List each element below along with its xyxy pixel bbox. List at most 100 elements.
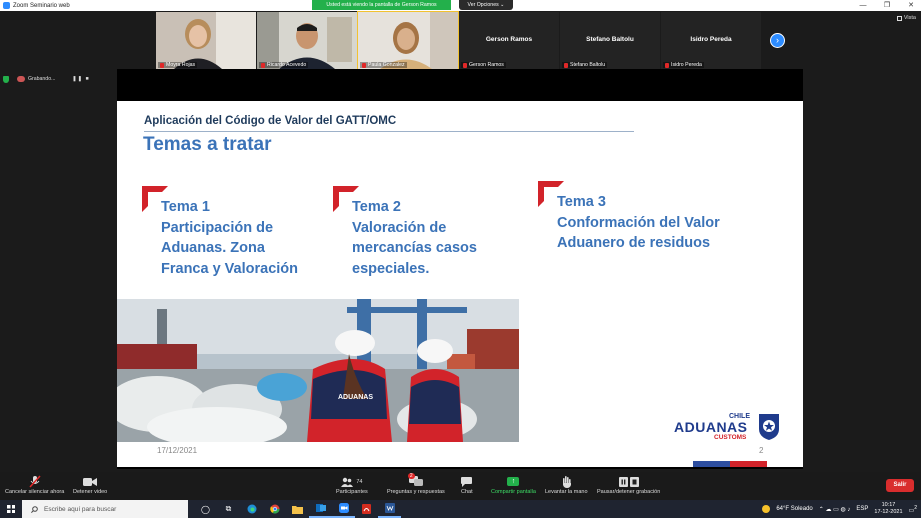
muted-mic-icon <box>665 62 669 68</box>
window-controls: — ❐ ✕ <box>851 0 921 11</box>
participant-tile[interactable]: Moyra Rojas <box>156 12 256 69</box>
logo-name: ADUANAS <box>674 419 748 435</box>
chat-button[interactable]: Chat <box>461 474 473 495</box>
share-screen-label: Compartir pantalla <box>491 489 536 495</box>
chevron-right-icon: › <box>776 35 779 45</box>
share-screen-button[interactable]: ↑ Compartir pantalla <box>491 474 536 495</box>
topic-line: Franca y Valoración <box>161 260 299 277</box>
vest-text: ADUANAS <box>338 394 373 401</box>
slide-color-strip <box>693 461 767 467</box>
participant-name-tag: Paula Gonzalez <box>360 62 407 68</box>
clock[interactable]: 10:17 17-12-2021 <box>874 502 902 516</box>
red-corner-icon <box>538 181 564 207</box>
participant-tile[interactable]: Isidro Pereda Isidro Pereda <box>661 12 761 69</box>
grid-view-icon <box>896 15 902 21</box>
system-tray: 64°F Soleado ⌃ ☁ ▭ ◍ ♪ ESP 10:17 17-12-2… <box>762 500 921 518</box>
zoom-taskbar-icon[interactable] <box>332 500 355 518</box>
edge-icon[interactable] <box>240 500 263 518</box>
muted-mic-icon <box>463 62 467 68</box>
chrome-icon[interactable] <box>263 500 286 518</box>
muted-mic-icon <box>160 62 164 68</box>
window-title: Zoom Seminario web <box>13 2 70 9</box>
topic-line: Tema 2 <box>352 199 401 215</box>
participant-tile[interactable]: Ricardo Acevedo <box>257 12 357 69</box>
leave-button[interactable]: Salir <box>886 479 914 492</box>
participant-name-tag: Moyra Rojas <box>158 62 198 68</box>
close-button[interactable]: ✕ <box>899 0 921 11</box>
raise-hand-label: Levantar la mano <box>545 489 588 495</box>
slide-title: Temas a tratar <box>143 134 272 155</box>
minimize-button[interactable]: — <box>851 0 875 11</box>
file-explorer-icon[interactable] <box>286 500 309 518</box>
recording-controls[interactable]: ❚❚ ■ <box>72 76 89 82</box>
chat-label: Chat <box>461 489 473 495</box>
view-button-label: Vista <box>903 15 916 21</box>
slide-heading: Aplicación del Código de Valor del GATT/… <box>144 115 397 127</box>
language-indicator[interactable]: ESP <box>856 506 868 512</box>
participant-name: Gerson Ramos <box>469 62 504 68</box>
topic-line: Aduanero de residuos <box>557 235 711 251</box>
participant-name-tag: Isidro Pereda <box>663 62 704 68</box>
next-page-button[interactable]: › <box>770 33 785 48</box>
word-icon[interactable] <box>378 500 401 518</box>
participants-label: Participantes <box>336 489 368 495</box>
notifications-icon[interactable]: ▭2 <box>909 505 917 514</box>
notification-count: 2 <box>914 504 917 511</box>
cortana-icon[interactable]: ◯ <box>194 500 217 518</box>
participants-button[interactable]: 74 Participantes <box>336 474 368 495</box>
aduanas-logo: CHILE ADUANAS CUSTOMS <box>674 413 784 443</box>
start-button[interactable] <box>0 500 22 518</box>
qa-button[interactable]: 2 Preguntas y respuestas <box>387 473 445 495</box>
participant-display-name: Isidro Pereda <box>690 36 732 43</box>
acrobat-icon[interactable] <box>355 500 378 518</box>
hand-icon <box>562 474 571 489</box>
participant-name: Ricardo Acevedo <box>267 62 307 68</box>
slide-date: 17/12/2021 <box>157 446 198 455</box>
topic-line: Participación de <box>161 219 274 236</box>
unmute-button[interactable]: Cancelar silenciar ahora <box>5 474 64 495</box>
participant-video <box>156 12 256 69</box>
task-view-icon[interactable]: ⧉ <box>217 500 240 518</box>
participant-video <box>358 12 458 69</box>
raise-hand-button[interactable]: Levantar la mano <box>545 474 588 495</box>
participant-name: Moyra Rojas <box>166 62 196 68</box>
meeting-toolbar: Cancelar silenciar ahora Detener video 7… <box>0 472 921 500</box>
stop-video-button[interactable]: Detener video <box>73 474 107 495</box>
participant-tile[interactable]: Stefano Baltolu Stefano Baltolu <box>560 12 660 69</box>
sharing-banner: Usted está viendo la pantalla de Gerson … <box>312 0 451 10</box>
participant-tile[interactable]: Paula Gonzalez <box>357 11 459 70</box>
video-camera-icon <box>83 474 98 489</box>
zoom-app-icon <box>3 2 10 9</box>
topic-line: Tema 1 <box>161 199 210 215</box>
search-icon <box>31 505 38 513</box>
view-options-button[interactable]: Ver Opciones ⌄ <box>459 0 513 10</box>
recording-label: Grabando... <box>28 76 56 82</box>
participant-tile[interactable]: Gerson Ramos Gerson Ramos <box>459 12 559 69</box>
security-shield-icon <box>3 75 9 83</box>
tray-icons[interactable]: ⌃ ☁ ▭ ◍ ♪ <box>819 506 851 513</box>
qa-label: Preguntas y respuestas <box>387 489 445 495</box>
topic-line: mercancías casos <box>352 240 477 256</box>
qa-icon: 2 <box>407 473 423 489</box>
share-screen-icon: ↑ <box>507 474 520 489</box>
participants-count: 74 <box>356 478 363 485</box>
pause-recording-button[interactable]: Pausar/detener grabación <box>597 474 660 495</box>
topic-2: Tema 2 Valoración de mercancías casos es… <box>333 186 477 279</box>
participant-strip: Moyra Rojas Ricardo Acevedo Paula Gonzal… <box>156 11 761 70</box>
topic-line: Tema 3 <box>557 194 606 210</box>
outlook-icon[interactable] <box>309 500 332 518</box>
view-button[interactable]: Vista <box>896 15 916 21</box>
topic-line: Conformación del Valor <box>557 214 720 231</box>
participant-name: Isidro Pereda <box>671 62 702 68</box>
muted-mic-icon <box>564 62 568 68</box>
participant-display-name: Gerson Ramos <box>485 36 533 43</box>
restore-button[interactable]: ❐ <box>875 0 899 11</box>
weather-text[interactable]: 64°F Soleado <box>776 506 812 512</box>
topic-line: especiales. <box>352 260 430 277</box>
taskbar-search[interactable]: Escribe aquí para buscar <box>22 500 188 518</box>
muted-mic-icon <box>261 62 265 68</box>
pause-recording-label: Pausar/detener grabación <box>597 489 661 495</box>
red-corner-icon <box>142 186 168 212</box>
participant-display-name: Stefano Baltolu <box>586 36 634 43</box>
presentation-slide: Aplicación del Código de Valor del GATT/… <box>117 101 803 467</box>
